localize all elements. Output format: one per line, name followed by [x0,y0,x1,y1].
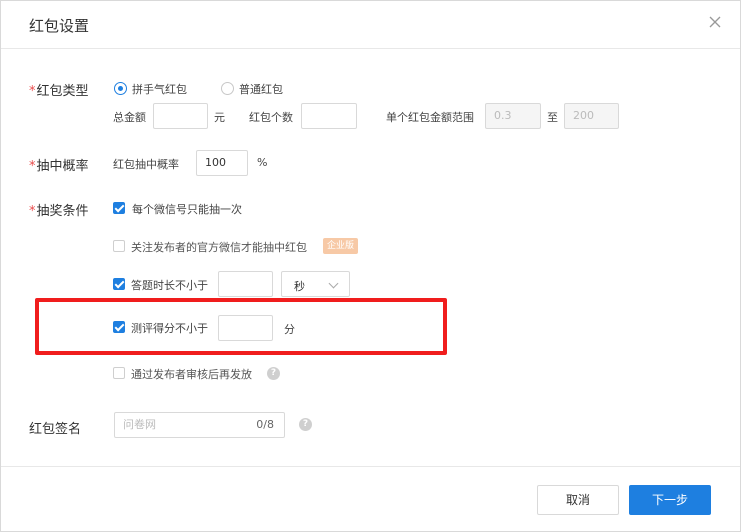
signature-help-icon[interactable]: ? [299,418,312,431]
score-label[interactable]: 测评得分不小于 [131,320,208,336]
signature-input[interactable]: 问卷网 0/8 [114,412,285,438]
red-type-label: *红包类型 [29,84,89,99]
review-checkbox[interactable] [113,367,125,379]
score-checkbox[interactable] [113,321,125,333]
follow-official-label[interactable]: 关注发布者的官方微信才能抽中红包 [131,239,307,255]
follow-official-checkbox[interactable] [113,240,125,252]
dialog-title: 红包设置 [29,17,90,35]
signature-label: 红包签名 [29,422,82,437]
packet-count-label: 红包个数 [249,111,293,124]
range-min-input[interactable]: 0.3 [485,103,541,129]
probability-field-label: 红包抽中概率 [113,158,179,171]
total-amount-unit: 元 [214,111,225,124]
enterprise-badge: 企业版 [323,238,359,254]
radio-normal-packet-label[interactable]: 普通红包 [239,81,283,97]
packet-count-input[interactable] [301,103,357,129]
time-unit-select[interactable]: 秒 [281,271,350,297]
probability-label: *抽中概率 [29,159,89,174]
score-input[interactable] [218,315,273,341]
signature-counter: 0/8 [256,418,274,431]
close-icon[interactable] [708,15,722,29]
total-amount-input[interactable] [153,103,208,129]
next-step-button[interactable]: 下一步 [629,485,711,515]
review-label[interactable]: 通过发布者审核后再发放 [131,366,252,382]
score-unit: 分 [284,323,295,336]
signature-placeholder: 问卷网 [123,418,156,431]
probability-unit: % [257,156,268,169]
radio-normal-packet[interactable] [221,82,234,95]
probability-input[interactable]: 100 [196,150,248,176]
review-help-icon[interactable]: ? [267,367,280,380]
red-packet-settings-dialog: 红包设置 *红包类型 拼手气红包 普通红包 总金额 元 红包个数 单个红包金额范… [0,0,741,532]
answer-time-checkbox[interactable] [113,278,125,290]
chevron-down-icon [328,278,339,289]
time-unit-value: 秒 [294,280,305,293]
radio-lucky-packet[interactable] [114,82,127,95]
range-separator: 至 [547,111,558,124]
dialog-header: 红包设置 [1,1,740,49]
radio-lucky-packet-label[interactable]: 拼手气红包 [132,81,187,97]
answer-time-input[interactable] [218,271,273,297]
once-per-wechat-checkbox[interactable] [113,202,125,214]
conditions-label: *抽奖条件 [29,204,89,219]
cancel-button[interactable]: 取消 [537,485,619,515]
range-max-input[interactable]: 200 [564,103,619,129]
answer-time-label[interactable]: 答题时长不小于 [131,277,208,293]
dialog-footer [1,466,740,467]
total-amount-label: 总金额 [113,111,146,124]
once-per-wechat-label[interactable]: 每个微信号只能抽一次 [132,201,242,217]
amount-range-label: 单个红包金额范围 [386,111,474,124]
